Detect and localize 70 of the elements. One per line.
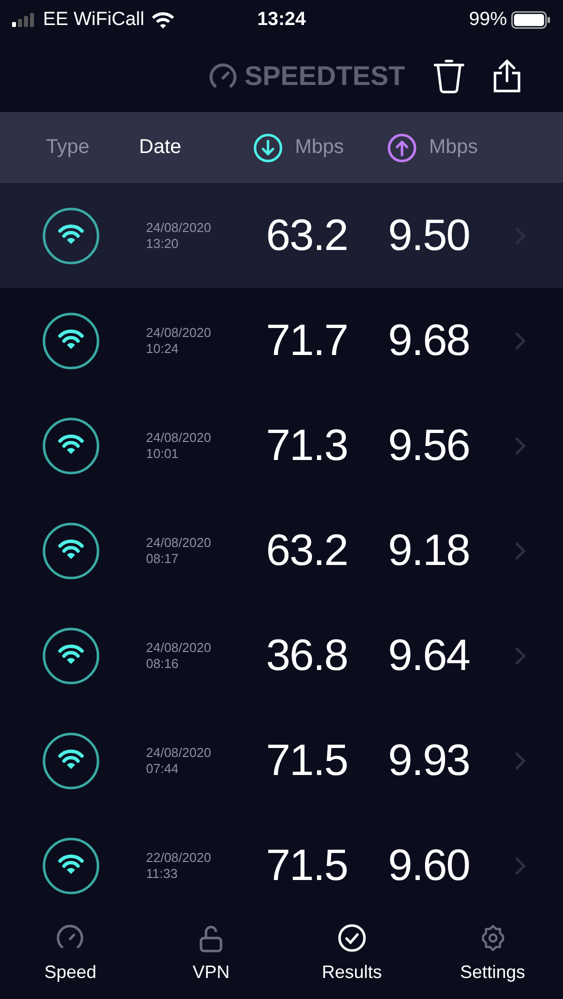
battery-icon [510, 11, 551, 29]
trash-icon[interactable] [433, 58, 465, 94]
gauge-icon [208, 63, 238, 89]
result-time: 10:24 [146, 340, 180, 356]
clock-time: 13:24 [257, 9, 306, 31]
tab-item[interactable]: VPN [156, 924, 266, 990]
wifi-badge-icon [42, 206, 100, 264]
tab-item[interactable]: Speed [15, 924, 126, 990]
column-header[interactable]: Type [46, 136, 90, 159]
carrier-name: EE WiFiCall [43, 9, 144, 31]
wifi-badge-icon [42, 836, 100, 894]
result-row[interactable]: 24/08/2020 10:01 71.3 9.56 [0, 393, 563, 498]
result-date: 24/08/2020 [146, 324, 212, 340]
download-speed: 63.2 [266, 210, 349, 260]
download-speed: 71.5 [266, 736, 349, 786]
wifi-badge-icon [42, 626, 100, 684]
result-date: 24/08/2020 [146, 220, 212, 236]
download-speed: 36.8 [266, 630, 349, 680]
chevron-icon [514, 750, 526, 770]
download-speed: 63.2 [266, 526, 349, 576]
wifi-badge-icon [42, 522, 100, 580]
column-header[interactable]: Mbps [429, 136, 478, 159]
wifi-badge-icon [42, 732, 100, 790]
result-time: 13:20 [146, 236, 180, 252]
wifi-icon [151, 11, 176, 29]
column-header[interactable]: Mbps [295, 136, 344, 159]
upload-speed: 9.64 [388, 630, 471, 680]
chevron-icon [514, 646, 526, 666]
result-date: 22/08/2020 [146, 850, 212, 866]
result-row[interactable]: 24/08/2020 07:44 71.5 9.93 [0, 708, 563, 813]
result-time: 07:44 [146, 760, 180, 776]
result-time: 11:33 [146, 866, 179, 882]
chevron-icon [514, 856, 526, 876]
download-speed: 71.3 [266, 420, 349, 470]
tab-item[interactable]: Results [296, 924, 407, 990]
result-date: 24/08/2020 [146, 534, 212, 550]
result-row[interactable]: 24/08/2020 13:20 63.2 9.50 [0, 183, 563, 288]
result-row[interactable]: 24/08/2020 10:24 71.7 9.68 [0, 288, 563, 393]
result-date: 24/08/2020 [146, 744, 212, 760]
padlock-icon [197, 924, 226, 954]
signal-icon [12, 13, 36, 27]
upload-speed: 9.93 [388, 736, 471, 786]
result-time: 10:01 [146, 446, 180, 462]
upload-speed: 9.60 [388, 840, 471, 890]
checkmark-icon [338, 924, 366, 954]
download-speed: 71.7 [266, 316, 349, 366]
upload-speed: 9.18 [388, 526, 471, 576]
battery-percentage: 99% [468, 9, 507, 31]
app-logo: SPEEDTEST [244, 60, 405, 92]
download-icon [253, 132, 283, 162]
chevron-icon [514, 540, 526, 560]
result-row[interactable]: 24/08/2020 08:16 36.8 9.64 [0, 603, 563, 708]
result-row[interactable]: 24/08/2020 08:17 63.2 9.18 [0, 498, 563, 603]
column-header[interactable]: Date [139, 136, 182, 159]
download-speed: 71.5 [266, 840, 349, 890]
wifi-badge-icon [42, 312, 100, 370]
tab-item[interactable]: Settings [438, 924, 548, 990]
wifi-badge-icon [42, 416, 100, 474]
result-date: 24/08/2020 [146, 430, 212, 446]
upload-speed: 9.56 [388, 420, 471, 470]
share-icon[interactable] [493, 59, 521, 93]
result-row[interactable]: 22/08/2020 11:33 71.5 9.60 [0, 813, 563, 918]
chevron-icon [514, 436, 526, 456]
upload-icon [387, 132, 417, 162]
upload-speed: 9.68 [388, 316, 471, 366]
result-date: 24/08/2020 [146, 640, 212, 656]
result-time: 08:16 [146, 656, 180, 672]
upload-speed: 9.50 [388, 210, 471, 260]
chevron-icon [514, 330, 526, 350]
result-time: 08:17 [146, 550, 180, 566]
